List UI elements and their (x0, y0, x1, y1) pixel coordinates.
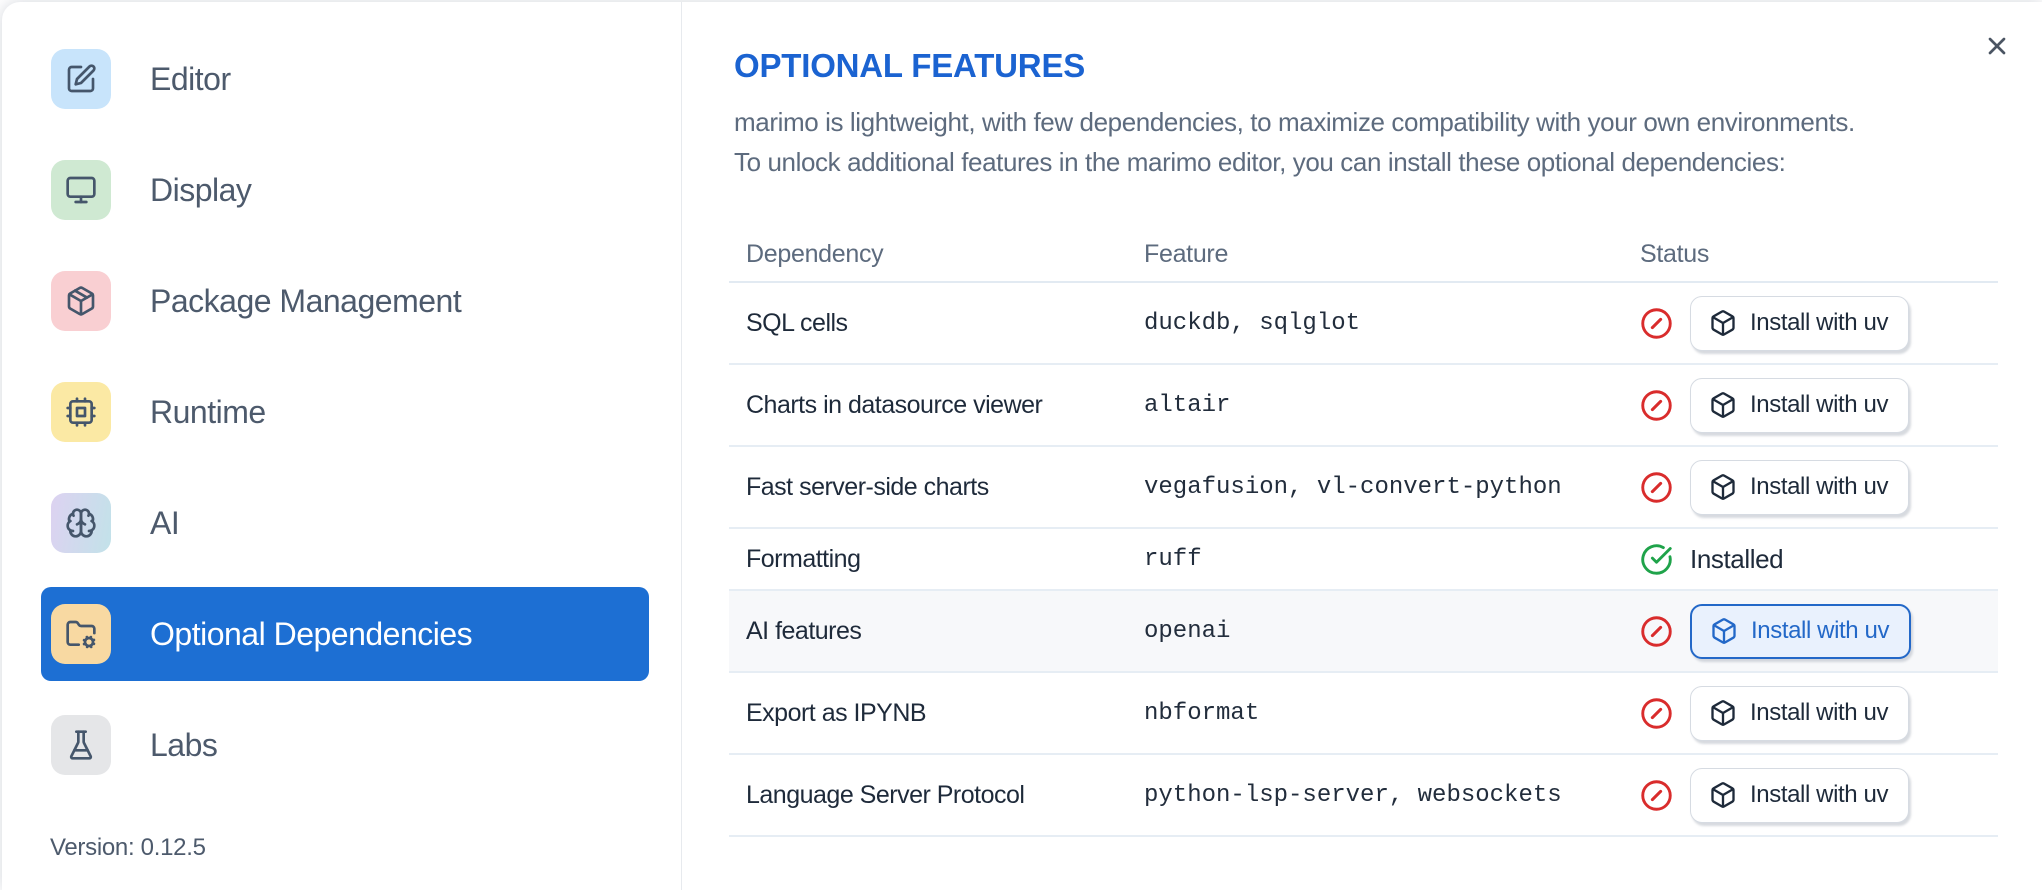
box-icon (1710, 617, 1738, 645)
version-label: Version: 0.12.5 (50, 834, 206, 861)
column-header-feature: Feature (1144, 239, 1229, 268)
dependency-cell: SQL cells (746, 308, 848, 337)
sidebar-item-label: AI (150, 504, 180, 541)
circle-x-icon (1640, 779, 1673, 812)
sidebar-item-runtime[interactable]: Runtime (41, 365, 649, 459)
circle-x-icon (1640, 389, 1673, 422)
dependency-cell: Charts in datasource viewer (746, 390, 1043, 419)
settings-dialog: Editor Display Package Management Runtime AI… (2, 2, 2042, 890)
status-cell: Install with uv (1640, 377, 1998, 433)
circle-x-icon (1640, 615, 1673, 648)
circle-x-icon (1640, 697, 1673, 730)
status-cell: Install with uv (1640, 685, 1998, 741)
column-header-dependency: Dependency (746, 239, 884, 268)
panel-description: marimo is lightweight, with few dependen… (734, 102, 1998, 182)
sidebar-item-label: Labs (150, 726, 218, 763)
status-cell: Install with uv (1640, 603, 1998, 659)
box-icon (1709, 473, 1737, 501)
install-with-uv-button[interactable]: Install with uv (1690, 685, 1910, 741)
brain-icon (51, 493, 111, 553)
sidebar-item-label: Package Management (150, 282, 462, 319)
page-title: OPTIONAL FEATURES (734, 47, 1086, 84)
install-button-label: Install with uv (1750, 699, 1889, 726)
installed-status-label: Installed (1690, 543, 1784, 574)
status-cell: Installed (1640, 543, 1998, 576)
dependencies-table: Dependency Feature Status SQL cells duckd… (729, 227, 1998, 837)
install-with-uv-button[interactable]: Install with uv (1690, 767, 1910, 823)
box-icon (1709, 391, 1737, 419)
install-with-uv-button[interactable]: Install with uv (1690, 603, 1912, 659)
feature-cell: vegafusion, vl-convert-python (1144, 473, 1562, 501)
feature-cell: openai (1144, 617, 1231, 645)
folder-cog-icon (51, 604, 111, 664)
package-icon (51, 271, 111, 331)
dependency-cell: Export as IPYNB (746, 698, 927, 727)
sidebar-item-label: Display (150, 171, 252, 208)
close-icon[interactable] (1982, 32, 2012, 62)
install-button-label: Install with uv (1750, 309, 1889, 336)
sidebar-item-label: Editor (150, 60, 231, 97)
table-header-row: Dependency Feature Status (729, 227, 1998, 283)
square-pen-icon (51, 49, 111, 109)
status-cell: Install with uv (1640, 459, 1998, 515)
optional-features-panel: OPTIONAL FEATURES marimo is lightweight,… (682, 2, 2042, 890)
table-row-charts-in-datasource-viewer: Charts in datasource viewer altair Install… (729, 365, 1998, 447)
table-row-fast-server-side-charts: Fast server-side charts vegafusion, vl-co… (729, 447, 1998, 529)
sidebar-item-ai[interactable]: AI (41, 476, 649, 570)
status-cell: Install with uv (1640, 767, 1998, 823)
sidebar-item-package-management[interactable]: Package Management (41, 254, 649, 348)
box-icon (1709, 309, 1737, 337)
sidebar-item-display[interactable]: Display (41, 143, 649, 237)
column-header-status: Status (1640, 239, 1710, 268)
feature-cell: ruff (1144, 545, 1202, 573)
feature-cell: duckdb, sqlglot (1144, 309, 1361, 337)
install-with-uv-button[interactable]: Install with uv (1690, 459, 1910, 515)
sidebar-item-label: Runtime (150, 393, 266, 430)
table-row-ai-features: AI features openai Install with uv (729, 591, 1998, 673)
circle-x-icon (1640, 307, 1673, 340)
table-row-export-as-ipynb: Export as IPYNB nbformat Install with uv (729, 673, 1998, 755)
dependency-cell: Fast server-side charts (746, 472, 989, 501)
circle-check-icon (1640, 543, 1673, 576)
install-with-uv-button[interactable]: Install with uv (1690, 295, 1910, 351)
circle-x-icon (1640, 471, 1673, 504)
description-line-2: To unlock additional features in the mar… (734, 147, 1786, 177)
table-row-sql-cells: SQL cells duckdb, sqlglot Install with uv (729, 283, 1998, 365)
sidebar-item-optional-dependencies[interactable]: Optional Dependencies (41, 587, 649, 681)
dependency-cell: Formatting (746, 544, 861, 573)
install-button-label: Install with uv (1750, 391, 1889, 418)
status-cell: Install with uv (1640, 295, 1998, 351)
table-body: SQL cells duckdb, sqlglot Install with uv C… (729, 283, 1998, 837)
cpu-icon (51, 382, 111, 442)
flask-icon (51, 715, 111, 775)
sidebar-nav: Editor Display Package Management Runtime AI… (41, 32, 681, 792)
table-row-language-server-protocol: Language Server Protocol python-lsp-serve… (729, 755, 1998, 837)
sidebar-item-editor[interactable]: Editor (41, 32, 649, 126)
description-line-1: marimo is lightweight, with few dependen… (734, 107, 1855, 137)
install-button-label: Install with uv (1750, 473, 1889, 500)
table-row-formatting: Formatting ruff Installed (729, 529, 1998, 591)
feature-cell: nbformat (1144, 699, 1260, 727)
sidebar-item-label: Optional Dependencies (150, 615, 473, 652)
sidebar-item-labs[interactable]: Labs (41, 698, 649, 792)
install-with-uv-button[interactable]: Install with uv (1690, 377, 1910, 433)
feature-cell: altair (1144, 391, 1231, 419)
settings-sidebar: Editor Display Package Management Runtime AI… (2, 2, 682, 890)
box-icon (1709, 781, 1737, 809)
dependency-cell: AI features (746, 616, 862, 645)
dependency-cell: Language Server Protocol (746, 780, 1025, 809)
feature-cell: python-lsp-server, websockets (1144, 781, 1562, 809)
monitor-icon (51, 160, 111, 220)
install-button-label: Install with uv (1751, 617, 1890, 644)
box-icon (1709, 699, 1737, 727)
install-button-label: Install with uv (1750, 781, 1889, 808)
